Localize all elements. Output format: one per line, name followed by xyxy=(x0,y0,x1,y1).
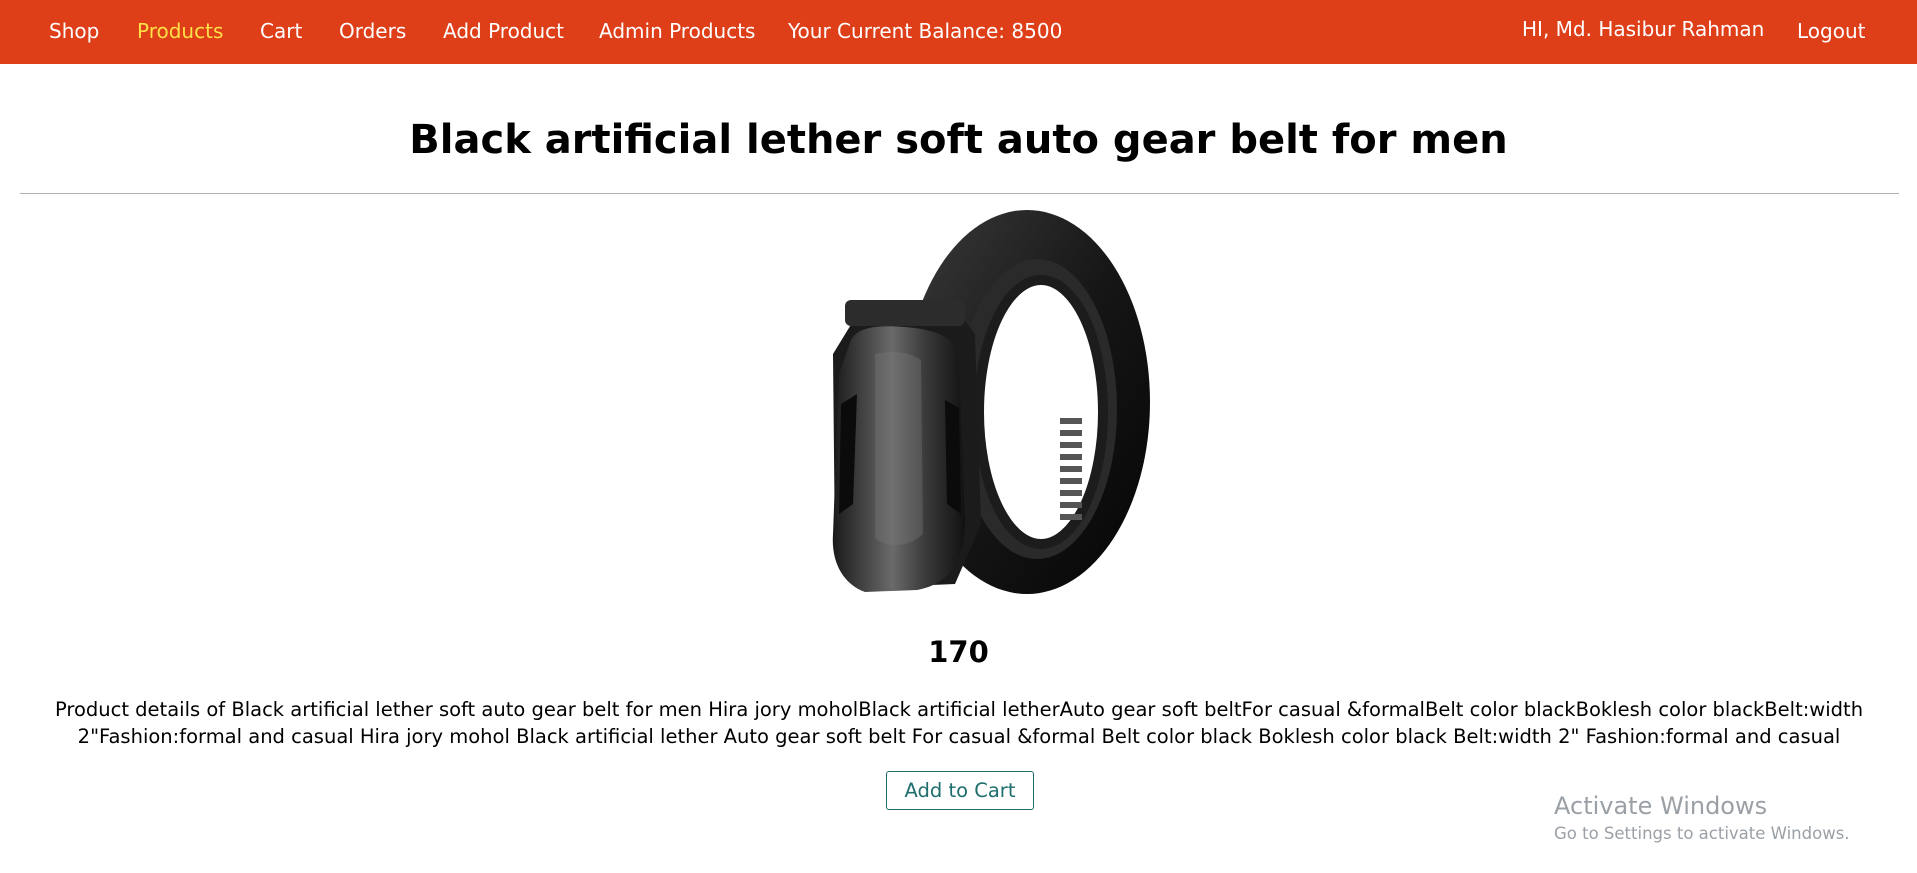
user-greeting: HI, Md. Hasibur Rahman xyxy=(1522,17,1765,41)
nav-link-admin-products[interactable]: Admin Products xyxy=(599,0,755,64)
top-navbar: Shop Products Cart Orders Add Product Ad… xyxy=(0,0,1917,64)
nav-link-shop[interactable]: Shop xyxy=(49,0,99,64)
nav-link-orders[interactable]: Orders xyxy=(339,0,406,64)
nav-link-cart[interactable]: Cart xyxy=(260,0,302,64)
product-title: Black artificial lether soft auto gear b… xyxy=(409,117,1508,163)
balance-display: Your Current Balance: 8500 xyxy=(788,19,1063,43)
title-divider xyxy=(20,193,1899,194)
product-description: Product details of Black artificial leth… xyxy=(54,698,1864,748)
nav-link-products[interactable]: Products xyxy=(137,0,223,64)
logout-link[interactable]: Logout xyxy=(1797,0,1865,64)
nav-link-add-product[interactable]: Add Product xyxy=(443,0,564,64)
product-price: 170 xyxy=(928,635,989,669)
windows-activation-watermark: Activate Windows Go to Settings to activ… xyxy=(1554,790,1850,846)
add-to-cart-button[interactable]: Add to Cart xyxy=(886,771,1034,810)
watermark-title: Activate Windows xyxy=(1554,792,1768,820)
watermark-subtitle: Go to Settings to activate Windows. xyxy=(1554,824,1850,843)
product-image xyxy=(832,210,1150,594)
